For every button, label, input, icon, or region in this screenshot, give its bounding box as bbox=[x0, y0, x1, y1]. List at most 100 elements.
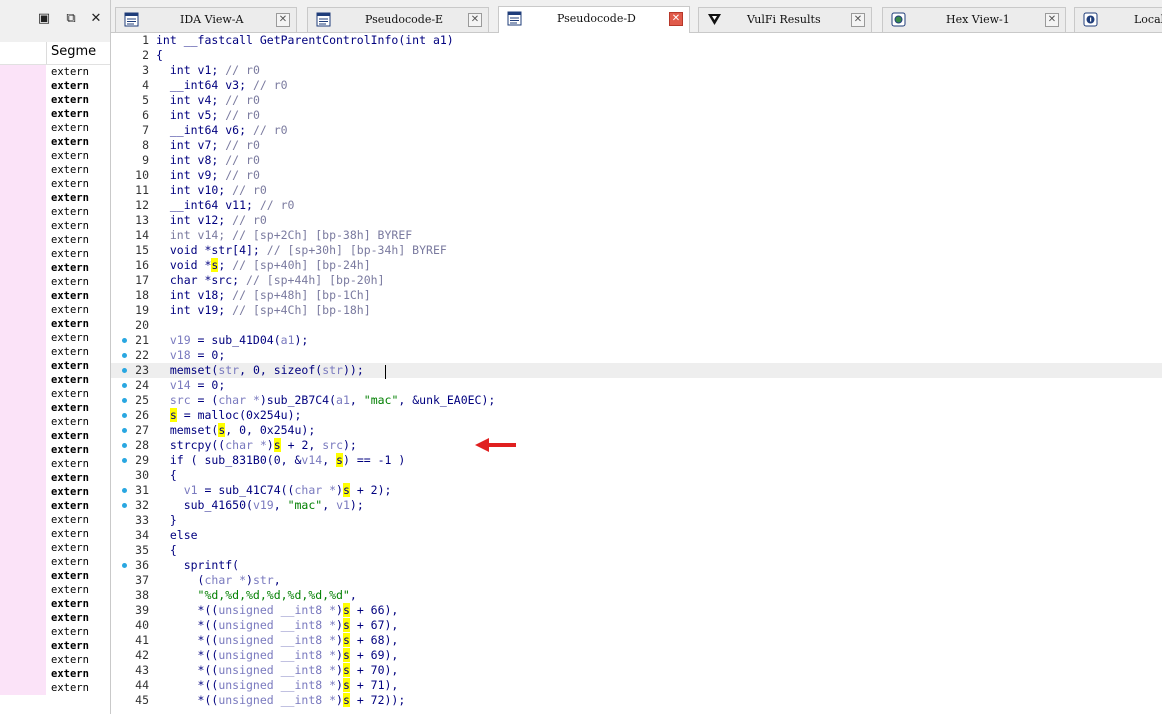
code-line[interactable]: 19 int v19; // [sp+4Ch] [bp-18h] bbox=[111, 303, 1162, 318]
code-line[interactable]: 5 int v4; // r0 bbox=[111, 93, 1162, 108]
segment-row[interactable]: extern bbox=[0, 135, 110, 149]
code-line[interactable]: 2{ bbox=[111, 48, 1162, 63]
segment-row[interactable]: extern bbox=[0, 247, 110, 261]
code-line[interactable]: 17 char *src; // [sp+44h] [bp-20h] bbox=[111, 273, 1162, 288]
segment-row[interactable]: extern bbox=[0, 359, 110, 373]
segment-row[interactable]: extern bbox=[0, 611, 110, 625]
code-line[interactable]: 37 (char *)str, bbox=[111, 573, 1162, 588]
segment-row[interactable]: extern bbox=[0, 163, 110, 177]
code-line[interactable]: 25 src = (char *)sub_2B7C4(a1, "mac", &u… bbox=[111, 393, 1162, 408]
code-line[interactable]: 15 void *str[4]; // [sp+30h] [bp-34h] BY… bbox=[111, 243, 1162, 258]
segment-row[interactable]: extern bbox=[0, 261, 110, 275]
segment-row[interactable]: extern bbox=[0, 373, 110, 387]
column-divider[interactable] bbox=[46, 42, 47, 64]
code-line[interactable]: 27 memset(s, 0, 0x254u); bbox=[111, 423, 1162, 438]
code-line[interactable]: 40 *((unsigned __int8 *)s + 67), bbox=[111, 618, 1162, 633]
segment-row[interactable]: extern bbox=[0, 597, 110, 611]
segment-row[interactable]: extern bbox=[0, 149, 110, 163]
tab-close-icon[interactable]: ✕ bbox=[669, 12, 683, 26]
segment-row[interactable]: extern bbox=[0, 219, 110, 233]
segment-row[interactable]: extern bbox=[0, 653, 110, 667]
segment-row[interactable]: extern bbox=[0, 541, 110, 555]
panel-close-icon[interactable]: ✕ bbox=[88, 11, 104, 27]
segment-row[interactable]: extern bbox=[0, 303, 110, 317]
segment-row[interactable]: extern bbox=[0, 289, 110, 303]
code-line[interactable]: 9 int v8; // r0 bbox=[111, 153, 1162, 168]
tab-vulfi-results[interactable]: VulFi Results ✕ bbox=[698, 7, 872, 32]
segment-row[interactable]: extern bbox=[0, 457, 110, 471]
segment-row[interactable]: extern bbox=[0, 415, 110, 429]
segment-row[interactable]: extern bbox=[0, 79, 110, 93]
code-line[interactable]: 4 __int64 v3; // r0 bbox=[111, 78, 1162, 93]
code-line[interactable]: 39 *((unsigned __int8 *)s + 66), bbox=[111, 603, 1162, 618]
tab-pseudocode-e[interactable]: Pseudocode-E ✕ bbox=[307, 7, 489, 32]
code-line[interactable]: 28 strcpy((char *)s + 2, src); bbox=[111, 438, 1162, 453]
code-line[interactable]: 7 __int64 v6; // r0 bbox=[111, 123, 1162, 138]
code-line[interactable]: 12 __int64 v11; // r0 bbox=[111, 198, 1162, 213]
code-line[interactable]: 45 *((unsigned __int8 *)s + 72)); bbox=[111, 693, 1162, 708]
tab-close-icon[interactable]: ✕ bbox=[1045, 13, 1059, 27]
segment-row[interactable]: extern bbox=[0, 443, 110, 457]
code-line[interactable]: 8 int v7; // r0 bbox=[111, 138, 1162, 153]
code-line[interactable]: 36 sprintf( bbox=[111, 558, 1162, 573]
panel-dock-icon[interactable]: ▣ bbox=[36, 11, 52, 27]
tab-close-icon[interactable]: ✕ bbox=[468, 13, 482, 27]
code-line[interactable]: 11 int v10; // r0 bbox=[111, 183, 1162, 198]
segment-row[interactable]: extern bbox=[0, 667, 110, 681]
code-line[interactable]: 30 { bbox=[111, 468, 1162, 483]
code-line[interactable]: 18 int v18; // [sp+48h] [bp-1Ch] bbox=[111, 288, 1162, 303]
segment-row[interactable]: extern bbox=[0, 387, 110, 401]
segment-row[interactable]: extern bbox=[0, 121, 110, 135]
code-line[interactable]: 41 *((unsigned __int8 *)s + 68), bbox=[111, 633, 1162, 648]
code-line[interactable]: 42 *((unsigned __int8 *)s + 69), bbox=[111, 648, 1162, 663]
segment-row[interactable]: extern bbox=[0, 681, 110, 695]
code-line[interactable]: 13 int v12; // r0 bbox=[111, 213, 1162, 228]
code-line[interactable]: 23 memset(str, 0, sizeof(str)); bbox=[111, 363, 1162, 378]
segment-row[interactable]: extern bbox=[0, 513, 110, 527]
segment-row[interactable]: extern bbox=[0, 527, 110, 541]
segment-row[interactable]: extern bbox=[0, 625, 110, 639]
code-line[interactable]: 35 { bbox=[111, 543, 1162, 558]
code-line[interactable]: 44 *((unsigned __int8 *)s + 71), bbox=[111, 678, 1162, 693]
code-line[interactable]: 1 int __fastcall GetParentControlInfo(int… bbox=[111, 33, 1162, 48]
segment-row[interactable]: extern bbox=[0, 233, 110, 247]
pseudocode-view[interactable]: 1 int __fastcall GetParentControlInfo(int… bbox=[111, 33, 1162, 714]
code-line[interactable]: 32 sub_41650(v19, "mac", v1); bbox=[111, 498, 1162, 513]
code-line[interactable]: 10 int v9; // r0 bbox=[111, 168, 1162, 183]
segment-row[interactable]: extern bbox=[0, 429, 110, 443]
code-line[interactable]: 20 bbox=[111, 318, 1162, 333]
code-line[interactable]: 6 int v5; // r0 bbox=[111, 108, 1162, 123]
segment-row[interactable]: extern bbox=[0, 191, 110, 205]
code-line[interactable]: 24 v14 = 0; bbox=[111, 378, 1162, 393]
segment-row[interactable]: extern bbox=[0, 639, 110, 653]
tab-close-icon[interactable]: ✕ bbox=[851, 13, 865, 27]
segment-row[interactable]: extern bbox=[0, 485, 110, 499]
segment-row[interactable]: extern bbox=[0, 107, 110, 121]
segment-row[interactable]: extern bbox=[0, 401, 110, 415]
tab-hex-view-1[interactable]: Hex View-1 ✕ bbox=[882, 7, 1066, 32]
segment-column-header[interactable]: Segme bbox=[0, 42, 110, 65]
segment-row[interactable]: extern bbox=[0, 345, 110, 359]
tab-pseudocode-d[interactable]: Pseudocode-D ✕ bbox=[498, 6, 690, 33]
code-line[interactable]: 38 "%d,%d,%d,%d,%d,%d,%d", bbox=[111, 588, 1162, 603]
segment-row[interactable]: extern bbox=[0, 555, 110, 569]
segment-row[interactable]: extern bbox=[0, 331, 110, 345]
panel-float-icon[interactable]: ⧉ bbox=[63, 11, 79, 27]
code-line[interactable]: 26 s = malloc(0x254u); bbox=[111, 408, 1162, 423]
tab-ida-view-a[interactable]: IDA View-A ✕ bbox=[115, 7, 297, 32]
segment-row[interactable]: extern bbox=[0, 275, 110, 289]
segment-row[interactable]: extern bbox=[0, 569, 110, 583]
segment-row[interactable]: extern bbox=[0, 317, 110, 331]
code-line[interactable]: 43 *((unsigned __int8 *)s + 70), bbox=[111, 663, 1162, 678]
code-line[interactable]: 31 v1 = sub_41C74((char *)s + 2); bbox=[111, 483, 1162, 498]
segment-row[interactable]: extern bbox=[0, 583, 110, 597]
code-line[interactable]: 16 void *s; // [sp+40h] [bp-24h] bbox=[111, 258, 1162, 273]
tab-close-icon[interactable]: ✕ bbox=[276, 13, 290, 27]
code-line[interactable]: 21 v19 = sub_41D04(a1); bbox=[111, 333, 1162, 348]
segment-row[interactable]: extern bbox=[0, 65, 110, 79]
code-line[interactable]: 22 v18 = 0; bbox=[111, 348, 1162, 363]
code-line[interactable]: 34 else bbox=[111, 528, 1162, 543]
segment-row[interactable]: extern bbox=[0, 93, 110, 107]
code-line[interactable]: 14 int v14; // [sp+2Ch] [bp-38h] BYREF bbox=[111, 228, 1162, 243]
code-line[interactable]: 33 } bbox=[111, 513, 1162, 528]
